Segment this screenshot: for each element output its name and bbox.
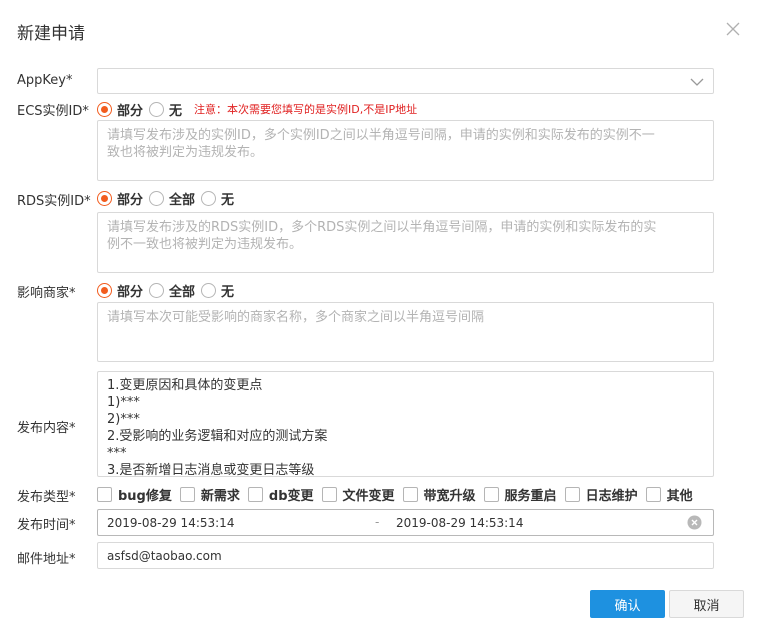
radio-label: 部分: [117, 284, 144, 300]
radio-label: 无: [221, 284, 235, 300]
content-textarea[interactable]: 1.变更原因和具体的变更点 1)*** 2)*** 2.受影响的业务逻辑和对应的…: [97, 371, 714, 477]
radio-label: 无: [221, 192, 235, 208]
radio-icon: [97, 282, 112, 298]
release-type-checkbox-group: bug修复 新需求 db变更 文件变更 带宽升级 服务重启 日志维护 其他: [97, 485, 701, 504]
merchant-radio-group: 部分 全部 无: [97, 280, 240, 300]
placeholder-line: 请填写本次可能受影响的商家名称，多个商家之间以半角逗号间隔: [107, 310, 485, 325]
checkbox-bugfix[interactable]: bug修复: [97, 485, 172, 504]
ecs-textarea[interactable]: 请填写发布涉及的实例ID，多个实例ID之间以半角逗号间隔，申请的实例和实际发布的…: [97, 120, 714, 181]
radio-label: 全部: [169, 284, 196, 300]
checkbox-icon: [321, 486, 337, 502]
checkbox-icon: [179, 486, 195, 502]
radio-label: 无: [169, 103, 183, 119]
merchant-radio-none[interactable]: 无: [201, 281, 234, 300]
release-time-start[interactable]: 2019-08-29 14:53:14: [107, 516, 234, 530]
checkbox-other[interactable]: 其他: [645, 485, 693, 504]
radio-icon: [201, 190, 217, 206]
merchant-radio-all[interactable]: 全部: [149, 281, 195, 300]
checkbox-icon: [483, 486, 499, 502]
placeholder-line: 请填写发布涉及的RDS实例ID，多个RDS实例之间以半角逗号间隔，申请的实例和实…: [107, 220, 657, 235]
close-icon[interactable]: [722, 18, 744, 40]
checkbox-label: bug修复: [118, 488, 172, 504]
ecs-radio-none[interactable]: 无: [149, 100, 182, 119]
confirm-button[interactable]: 确认: [590, 590, 665, 618]
content-line: ***: [107, 446, 127, 461]
chevron-down-icon: [689, 74, 705, 90]
rds-label: RDS实例ID*: [17, 194, 91, 209]
radio-icon: [97, 101, 112, 117]
radio-icon: [97, 190, 112, 206]
checkbox-icon: [402, 486, 418, 502]
appkey-label: AppKey*: [17, 73, 73, 88]
release-time-end[interactable]: 2019-08-29 14:53:14: [396, 516, 523, 530]
radio-label: 全部: [169, 192, 196, 208]
email-label: 邮件地址*: [17, 552, 76, 567]
radio-icon: [149, 190, 165, 206]
dialog-title: 新建申请: [17, 24, 85, 44]
ecs-label: ECS实例ID*: [17, 104, 89, 119]
clear-icon[interactable]: [687, 515, 702, 530]
rds-radio-group: 部分 全部 无: [97, 188, 240, 208]
rds-radio-all[interactable]: 全部: [149, 189, 195, 208]
merchant-label: 影响商家*: [17, 286, 76, 301]
checkbox-bandwidth-upgrade[interactable]: 带宽升级: [402, 485, 476, 504]
checkbox-icon: [247, 486, 263, 502]
content-line: 2.受影响的业务逻辑和对应的测试方案: [107, 429, 328, 444]
placeholder-line: 请填写发布涉及的实例ID，多个实例ID之间以半角逗号间隔，申请的实例和实际发布的…: [107, 128, 655, 143]
placeholder-line: 致也将被判定为违规发布。: [107, 145, 264, 160]
radio-icon: [149, 101, 165, 117]
checkbox-label: 文件变更: [342, 488, 395, 504]
release-type-label: 发布类型*: [17, 490, 76, 505]
radio-label: 部分: [117, 192, 144, 208]
checkbox-icon: [97, 486, 112, 502]
ecs-warning: 注意：本次需要您填写的是实例ID,不是IP地址: [194, 103, 418, 116]
radio-label: 部分: [117, 103, 144, 119]
checkbox-db-change[interactable]: db变更: [247, 485, 314, 504]
checkbox-file-change[interactable]: 文件变更: [321, 485, 395, 504]
content-line: 3.是否新增日志消息或变更日志等级: [107, 463, 315, 477]
rds-textarea[interactable]: 请填写发布涉及的RDS实例ID，多个RDS实例之间以半角逗号间隔，申请的实例和实…: [97, 212, 714, 273]
checkbox-icon: [645, 486, 661, 502]
content-line: 1.变更原因和具体的变更点: [107, 378, 263, 393]
checkbox-label: db变更: [268, 488, 314, 504]
cancel-button[interactable]: 取消: [669, 590, 744, 618]
email-field[interactable]: asfsd@taobao.com: [97, 542, 714, 569]
merchant-textarea[interactable]: 请填写本次可能受影响的商家名称，多个商家之间以半角逗号间隔: [97, 302, 714, 362]
checkbox-label: 新需求: [200, 488, 240, 504]
checkbox-label: 日志维护: [585, 488, 638, 504]
content-line: 2)***: [107, 412, 140, 427]
radio-icon: [149, 282, 165, 298]
radio-icon: [201, 282, 217, 298]
checkbox-label: 服务重启: [504, 488, 557, 504]
checkbox-icon: [564, 486, 580, 502]
content-label: 发布内容*: [17, 421, 76, 436]
rds-radio-partial[interactable]: 部分: [97, 189, 143, 208]
appkey-select[interactable]: [97, 68, 714, 94]
ecs-radio-group: 部分 无 注意：本次需要您填写的是实例ID,不是IP地址: [97, 99, 417, 119]
merchant-radio-partial[interactable]: 部分: [97, 281, 143, 300]
release-time-label: 发布时间*: [17, 518, 76, 533]
ecs-radio-partial[interactable]: 部分: [97, 100, 143, 119]
checkbox-label: 带宽升级: [423, 488, 476, 504]
checkbox-service-restart[interactable]: 服务重启: [483, 485, 557, 504]
rds-radio-none[interactable]: 无: [201, 189, 234, 208]
checkbox-label: 其他: [666, 488, 693, 504]
checkbox-new-requirement[interactable]: 新需求: [179, 485, 240, 504]
placeholder-line: 例不一致也将被判定为违规发布。: [107, 237, 303, 252]
content-line: 1)***: [107, 395, 140, 410]
checkbox-log-maintenance[interactable]: 日志维护: [564, 485, 638, 504]
release-time-range-picker[interactable]: 2019-08-29 14:53:14 - 2019-08-29 14:53:1…: [97, 509, 714, 536]
range-separator: -: [375, 515, 380, 529]
